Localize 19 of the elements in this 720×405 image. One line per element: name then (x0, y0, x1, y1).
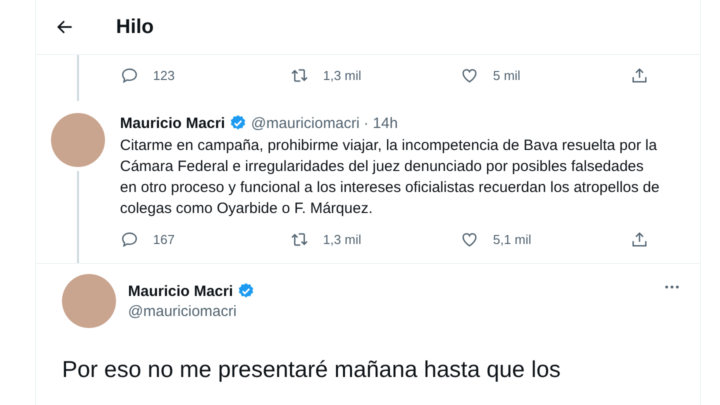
action-count: 1,3 mil (323, 232, 362, 246)
speech-bubble-icon[interactable] (120, 66, 139, 84)
author-name[interactable]: Mauricio Macri (128, 282, 234, 300)
tweet-text: Por eso no me presentaré mañana hasta que los (62, 355, 562, 384)
author-handle[interactable]: @mauriciomacri (128, 303, 256, 320)
share-icon[interactable] (630, 230, 649, 248)
share-icon[interactable] (630, 66, 649, 84)
action-count: 5 mil (493, 68, 520, 82)
more-icon[interactable] (664, 284, 680, 290)
action-count: 167 (153, 232, 175, 246)
speech-bubble-icon[interactable] (120, 230, 139, 248)
action-count: 123 (153, 68, 175, 82)
tweet-text: Citarme en campaña, prohibirme viajar, la incompetencia de Bava resuelta por la Cámara Federal e irregularidades del juez denunciado por posibles falsedades en otro proceso y funcional a los intereses oficialistas recuerdan los atropellos de colegas como Oyarbide o F. Márquez. (120, 136, 660, 219)
page-title: Hilo (116, 16, 154, 38)
action-count: 5,1 mil (493, 232, 532, 246)
tweet-time[interactable]: · 14h (364, 114, 398, 132)
action-count: 1,3 mil (323, 68, 362, 82)
author-name[interactable]: Mauricio Macri (120, 114, 226, 132)
author-handle[interactable]: @mauriciomacri (251, 114, 360, 132)
